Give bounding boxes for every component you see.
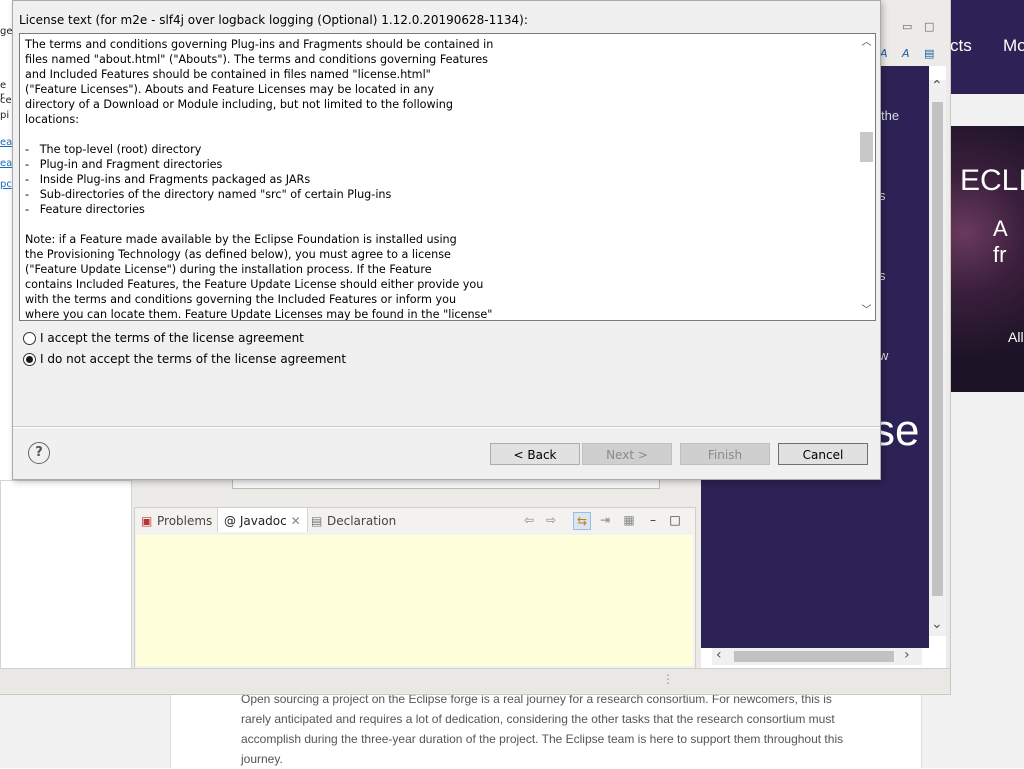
cancel-button[interactable]: Cancel xyxy=(778,443,868,465)
license-line xyxy=(25,127,845,142)
scrollbar-thumb[interactable] xyxy=(860,132,873,162)
decline-radio[interactable] xyxy=(23,352,36,366)
scrollbar-thumb[interactable] xyxy=(734,651,894,662)
scrollbar-thumb[interactable] xyxy=(932,102,943,596)
problems-icon: ▣ xyxy=(141,514,153,528)
hero-banner: ECLI A fr All xyxy=(950,126,1024,392)
hero-title: ECLI xyxy=(960,164,1024,197)
nav-item-projects[interactable]: cts xyxy=(950,36,972,56)
license-line: files named "about.html" ("Abouts"). The… xyxy=(25,53,488,66)
accept-radio[interactable] xyxy=(23,331,36,345)
tab-javadoc[interactable]: @ Javadoc ✕ xyxy=(217,508,308,532)
open-declaration-icon[interactable]: ⇥ xyxy=(597,512,613,528)
link-with-selection-icon[interactable]: ⇆ xyxy=(573,512,591,530)
view-tabs: ▣ Problems @ Javadoc ✕ ▤ Declaration ⇦ ⇨… xyxy=(135,508,695,534)
dialog-separator xyxy=(13,426,880,428)
close-icon[interactable]: ✕ xyxy=(291,514,301,528)
hero-subtitle: A fr xyxy=(993,216,1007,267)
license-line: locations: xyxy=(25,113,79,126)
scroll-down-icon[interactable]: ⌄ xyxy=(931,616,943,632)
left-text-fragment: ce xyxy=(0,95,12,106)
scroll-left-icon[interactable]: ‹ xyxy=(716,647,722,663)
left-link-fragment[interactable]: ea xyxy=(0,158,12,169)
decline-license-option[interactable]: I do not accept the terms of the license… xyxy=(23,350,346,368)
article-section: Open sourcing a project on the Eclipse f… xyxy=(170,688,922,768)
license-line: and Included Features should be containe… xyxy=(25,68,431,81)
license-line: ("Feature Licenses"). Abouts and Feature… xyxy=(25,83,435,96)
license-line: where you can locate them. Feature Updat… xyxy=(25,308,493,321)
left-editor-strip: ge e r ce pi ea ea pc xyxy=(0,0,13,480)
license-line: contains Included Features, the Feature … xyxy=(25,278,484,291)
hero-link[interactable]: All xyxy=(1008,329,1024,345)
forward-arrow-icon[interactable]: ⇨ xyxy=(543,512,559,528)
license-line: ("Feature Update License") during the in… xyxy=(25,263,432,276)
license-text: The terms and conditions governing Plug-… xyxy=(25,37,845,321)
license-scrollbar[interactable]: ︿ ﹀ xyxy=(858,34,875,320)
license-line: The terms and conditions governing Plug-… xyxy=(25,38,494,51)
decline-label[interactable]: I do not accept the terms of the license… xyxy=(40,352,346,366)
license-textarea[interactable]: The terms and conditions governing Plug-… xyxy=(19,33,876,321)
browser-vertical-scrollbar[interactable]: ⌃ ⌄ xyxy=(929,78,946,636)
next-button[interactable]: Next > xyxy=(582,443,672,465)
article-text: Open sourcing a project on the Eclipse f… xyxy=(241,692,844,766)
browser-text-fragment: the xyxy=(881,108,900,123)
javadoc-view: ▣ Problems @ Javadoc ✕ ▤ Declaration ⇦ ⇨… xyxy=(134,507,696,669)
minimize-icon[interactable]: – xyxy=(645,512,661,528)
view-menu-icon[interactable]: ▦ xyxy=(621,512,637,528)
tab-javadoc-label: Javadoc xyxy=(239,514,287,528)
license-title: License text (for m2e - slf4j over logba… xyxy=(19,13,528,27)
license-line: - The top-level (root) directory xyxy=(25,143,202,156)
accept-label[interactable]: I accept the terms of the license agreem… xyxy=(40,331,304,345)
font-decrease-icon[interactable]: A xyxy=(880,47,888,60)
help-icon[interactable]: ? xyxy=(28,442,50,464)
nav-item-more[interactable]: Mo xyxy=(1003,36,1024,56)
accept-license-option[interactable]: I accept the terms of the license agreem… xyxy=(23,329,304,347)
view-toolbar: ▭ □ A A ▤ xyxy=(880,0,950,66)
license-line xyxy=(25,217,845,232)
finish-button[interactable]: Finish xyxy=(680,443,770,465)
javadoc-content xyxy=(136,535,693,666)
minimize-icon[interactable]: ▭ xyxy=(902,20,912,33)
license-line: - Plug-in and Fragment directories xyxy=(25,158,223,171)
back-button[interactable]: < Back xyxy=(490,443,580,465)
tab-problems[interactable]: Problems xyxy=(157,514,212,528)
left-text-fragment: pi xyxy=(0,110,10,121)
left-text-fragment: ge xyxy=(0,26,13,37)
scroll-up-icon[interactable]: ⌃ xyxy=(931,78,943,94)
maximize-icon[interactable]: □ xyxy=(924,20,934,33)
left-view-panel xyxy=(0,480,132,669)
license-line: the Provisioning Technology (as defined … xyxy=(25,248,451,261)
back-arrow-icon[interactable]: ⇦ xyxy=(521,512,537,528)
font-increase-icon[interactable]: A xyxy=(902,47,910,60)
scroll-down-icon[interactable]: ﹀ xyxy=(860,304,873,318)
license-line: - Feature directories xyxy=(25,203,145,216)
scroll-up-icon[interactable]: ︿ xyxy=(860,36,873,50)
browser-horizontal-scrollbar[interactable]: ‹ › xyxy=(712,647,922,665)
status-bar: ⋮ xyxy=(0,668,950,693)
license-line: directory of a Download or Module includ… xyxy=(25,98,453,111)
license-dialog: License text (for m2e - slf4j over logba… xyxy=(12,0,881,480)
license-line: with the terms and conditions governing … xyxy=(25,293,457,306)
tab-declaration[interactable]: Declaration xyxy=(327,514,396,528)
license-line: - Sub-directories of the directory named… xyxy=(25,188,392,201)
left-link-fragment[interactable]: pc xyxy=(0,179,12,190)
outline-icon[interactable]: ▤ xyxy=(924,47,934,60)
license-line: - Inside Plug-ins and Fragments packaged… xyxy=(25,173,311,186)
at-icon: @ xyxy=(224,514,240,528)
license-line: Note: if a Feature made available by the… xyxy=(25,233,457,246)
declaration-icon: ▤ xyxy=(311,514,323,528)
drag-handle-icon[interactable]: ⋮ xyxy=(662,672,674,686)
left-link-fragment[interactable]: ea xyxy=(0,137,12,148)
scroll-right-icon[interactable]: › xyxy=(904,647,910,663)
maximize-icon[interactable]: □ xyxy=(667,512,683,528)
